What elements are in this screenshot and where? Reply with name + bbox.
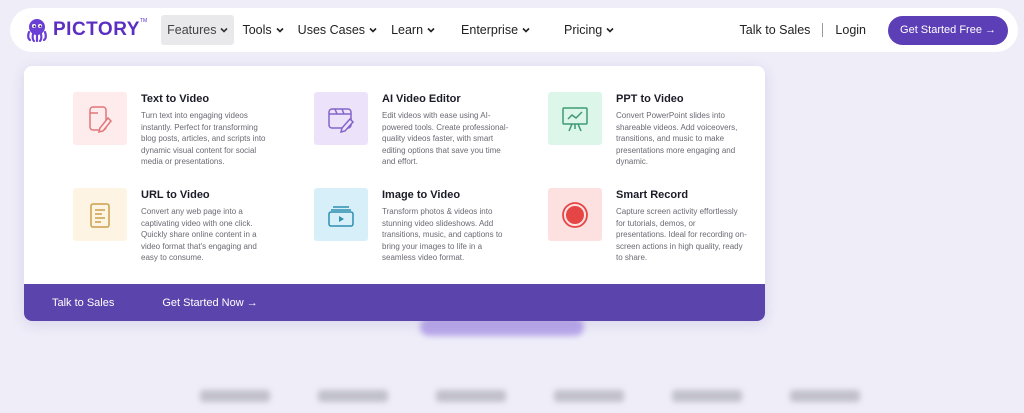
nav-pricing-label: Pricing <box>564 23 603 37</box>
feature-card-url-to-video[interactable]: URL to Video Convert any web page into a… <box>73 188 273 264</box>
top-navbar: PICTORY TM Features Tools Uses Cases Lea… <box>10 8 1018 52</box>
feature-title: Image to Video <box>382 189 461 201</box>
feature-card-smart-record[interactable]: Smart Record Capture screen activity eff… <box>548 188 748 264</box>
image-stack-play-icon <box>328 205 354 227</box>
chevron-down-icon <box>276 27 284 33</box>
feature-description: Turn text into engaging videos instantly… <box>141 111 266 167</box>
nav-use-cases-label: Uses Cases <box>297 23 366 37</box>
feature-card-body: URL to Video Convert any web page into a… <box>141 188 273 264</box>
main-nav: Features Tools Uses Cases Learn Enterpri… <box>155 8 622 52</box>
brand-name: PICTORY <box>53 19 140 40</box>
nav-enterprise[interactable]: Enterprise <box>455 15 536 45</box>
background-logo <box>554 390 624 402</box>
feature-title: PPT to Video <box>616 93 684 105</box>
feature-card-text-to-video[interactable]: Text to Video Turn text into engaging vi… <box>73 92 273 168</box>
nav-tools[interactable]: Tools <box>236 15 289 45</box>
presentation-board-icon <box>562 106 588 131</box>
feature-description: Convert any web page into a captivating … <box>141 207 257 263</box>
feature-description: Convert PowerPoint slides into shareable… <box>616 111 738 167</box>
feature-title: URL to Video <box>141 189 210 201</box>
feature-icon-tile <box>314 188 368 241</box>
nav-right-actions: Talk to Sales Login Get Started Free → <box>740 15 1008 45</box>
get-started-free-button[interactable]: Get Started Free → <box>888 15 1008 45</box>
chevron-down-icon <box>369 27 377 33</box>
feature-icon-tile <box>548 188 602 241</box>
nav-enterprise-label: Enterprise <box>461 23 519 37</box>
feature-description: Transform photos & videos into stunning … <box>382 207 503 263</box>
feature-card-body: Smart Record Capture screen activity eff… <box>616 188 748 264</box>
footer-talk-to-sales-link[interactable]: Talk to Sales <box>52 297 114 309</box>
talk-to-sales-link[interactable]: Talk to Sales <box>740 23 811 37</box>
chevron-down-icon <box>606 27 614 33</box>
chevron-down-icon <box>220 27 229 33</box>
nav-features[interactable]: Features <box>161 15 235 45</box>
nav-features-label: Features <box>167 23 217 37</box>
features-dropdown-menu: Text to Video Turn text into engaging vi… <box>24 66 765 321</box>
nav-use-cases[interactable]: Uses Cases <box>292 15 383 45</box>
feature-icon-tile <box>548 92 602 145</box>
nav-divider <box>822 23 824 37</box>
video-edit-icon <box>328 107 355 133</box>
web-page-icon <box>90 202 110 228</box>
chevron-down-icon <box>522 27 530 33</box>
footer-get-started-link[interactable]: Get Started Now → <box>162 297 257 309</box>
trademark-mark: TM <box>139 18 148 24</box>
nav-tools-label: Tools <box>242 23 272 37</box>
dropdown-footer: Talk to Sales Get Started Now → <box>24 284 765 321</box>
feature-icon-tile <box>314 92 368 145</box>
feature-description: Edit videos with ease using AI-powered t… <box>382 111 509 167</box>
background-logo-strip <box>200 390 860 402</box>
background-logo <box>790 390 860 402</box>
background-logo <box>672 390 742 402</box>
feature-card-body: PPT to Video Convert PowerPoint slides i… <box>616 92 748 168</box>
record-icon <box>562 201 588 228</box>
octopus-logo-icon <box>27 19 47 43</box>
background-logo <box>436 390 506 402</box>
feature-title: Smart Record <box>616 189 689 201</box>
background-logo <box>318 390 388 402</box>
feature-icon-tile <box>73 92 127 145</box>
feature-card-image-to-video[interactable]: Image to Video Transform photos & videos… <box>314 188 514 264</box>
feature-card-body: AI Video Editor Edit videos with ease us… <box>382 92 514 168</box>
background-logo <box>200 390 270 402</box>
feature-card-ppt-to-video[interactable]: PPT to Video Convert PowerPoint slides i… <box>548 92 748 168</box>
nav-pricing[interactable]: Pricing <box>558 15 620 45</box>
feature-description: Capture screen activity effortlessly for… <box>616 207 747 263</box>
feature-card-ai-video-editor[interactable]: AI Video Editor Edit videos with ease us… <box>314 92 514 168</box>
login-link[interactable]: Login <box>835 23 866 37</box>
nav-learn[interactable]: Learn <box>385 15 441 45</box>
nav-learn-label: Learn <box>391 23 424 37</box>
chevron-down-icon <box>427 27 435 33</box>
feature-title: Text to Video <box>141 93 210 105</box>
brand-logo[interactable]: PICTORY TM <box>24 17 147 43</box>
document-edit-icon <box>89 105 113 133</box>
feature-icon-tile <box>73 188 127 241</box>
feature-card-body: Text to Video Turn text into engaging vi… <box>141 92 273 168</box>
feature-card-body: Image to Video Transform photos & videos… <box>382 188 514 264</box>
feature-title: AI Video Editor <box>382 93 461 105</box>
